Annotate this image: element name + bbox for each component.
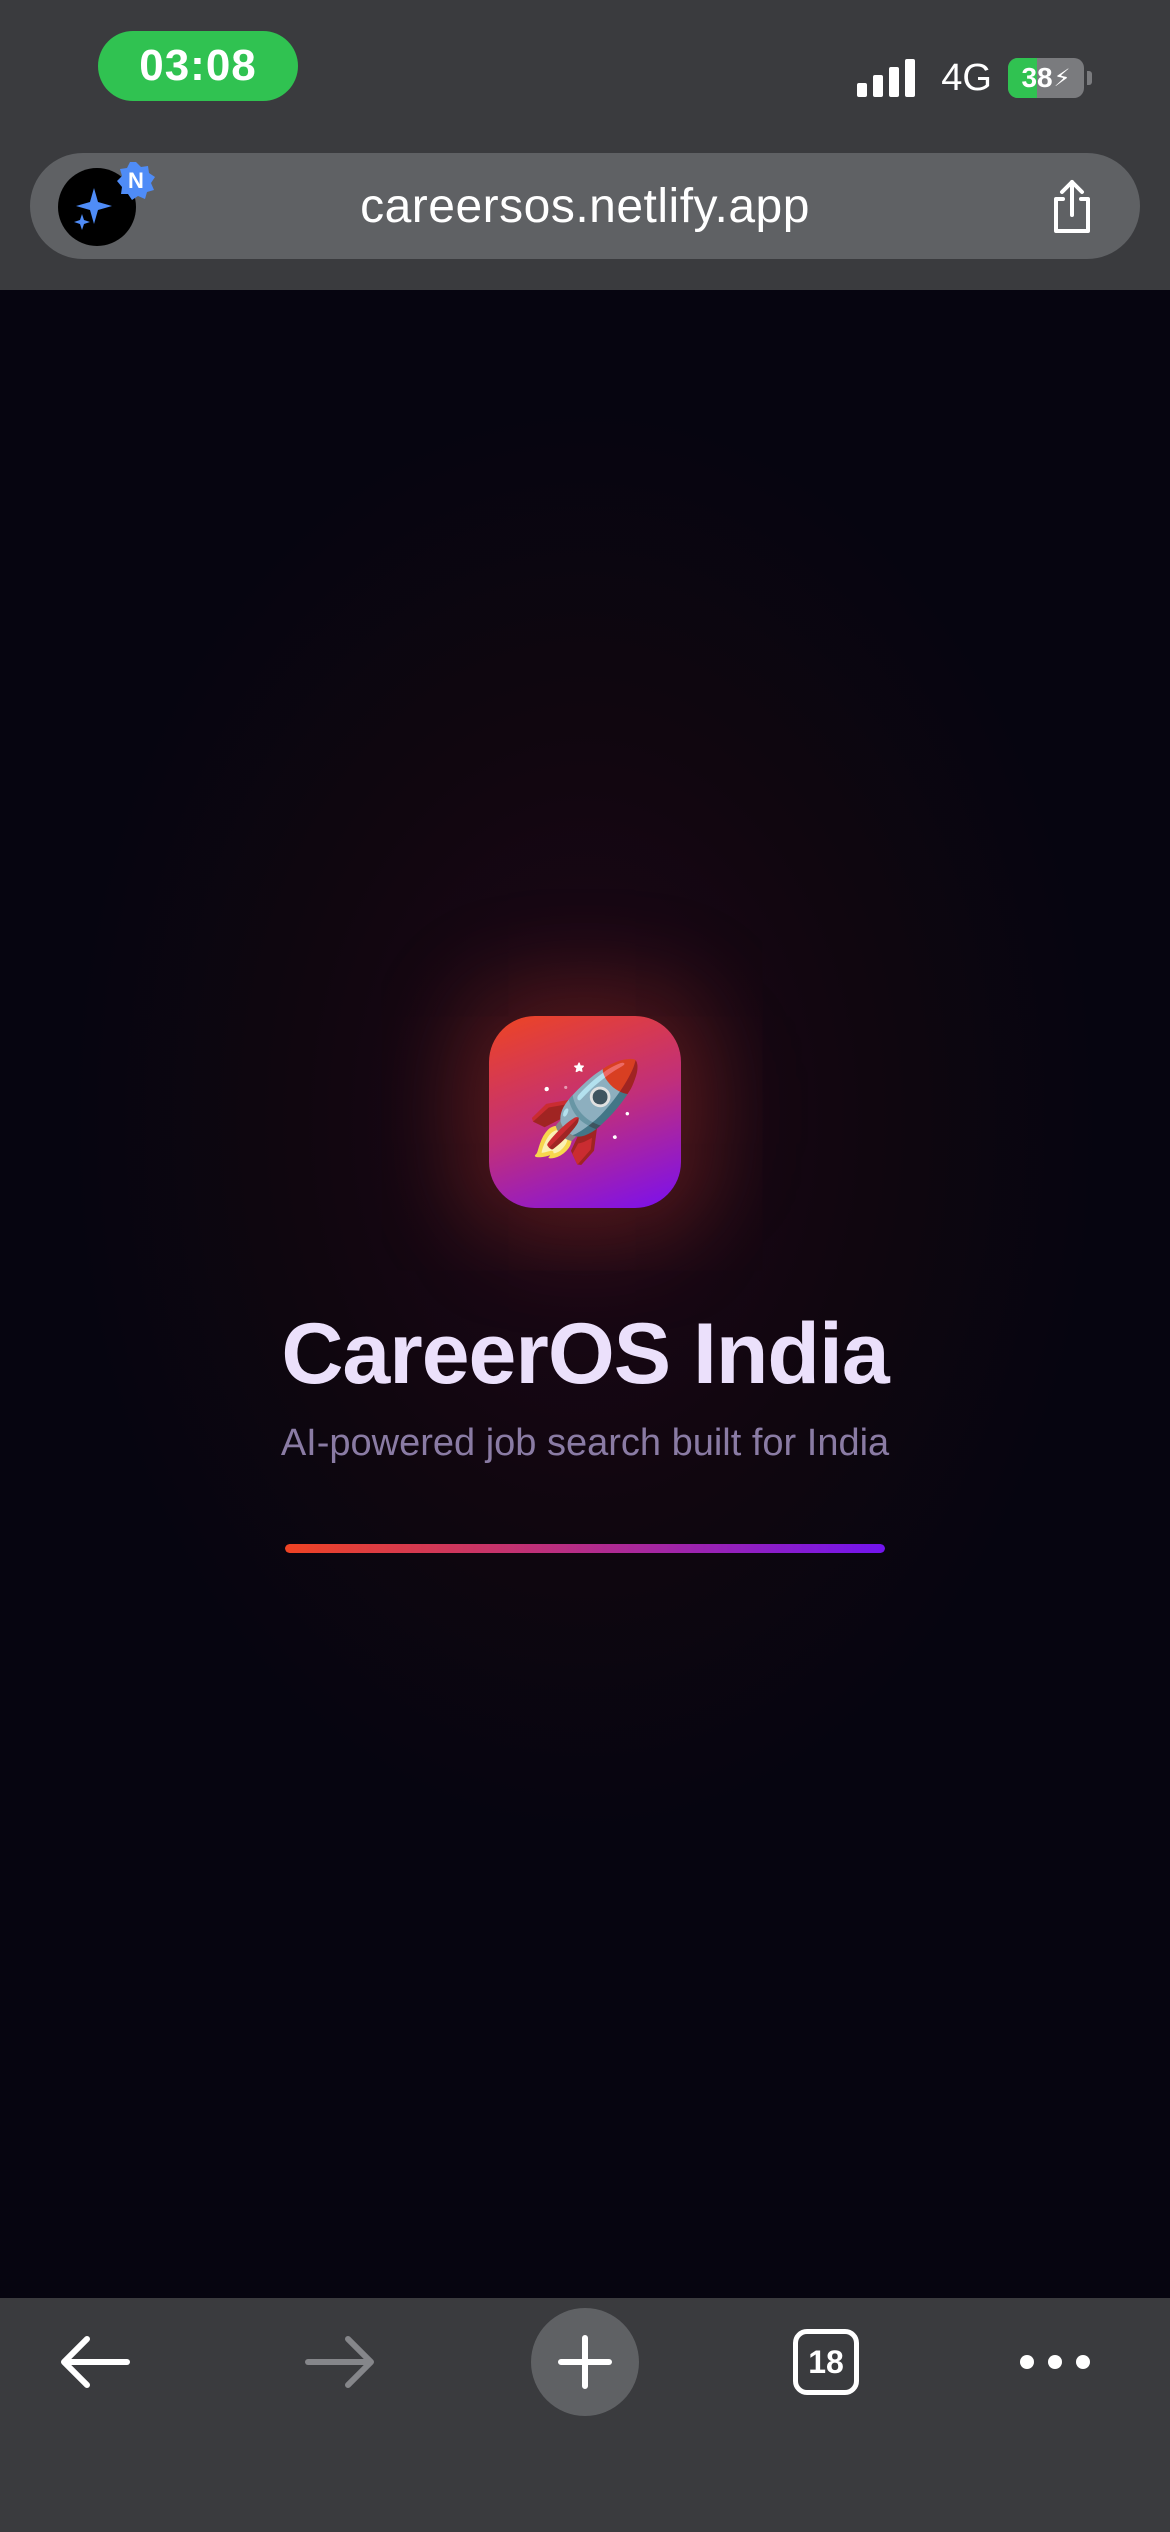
more-button[interactable]	[1005, 2298, 1105, 2426]
app-title: CareerOS India	[281, 1306, 889, 1402]
loading-progress-bar	[285, 1544, 885, 1553]
back-button[interactable]	[45, 2298, 145, 2426]
battery-nub	[1087, 71, 1092, 85]
share-button[interactable]	[1042, 177, 1102, 237]
app-logo: 🚀	[489, 1016, 681, 1208]
network-type: 4G	[941, 56, 992, 99]
app-tagline: AI-powered job search built for India	[280, 1422, 890, 1464]
cellular-signal-icon	[857, 59, 921, 97]
extension-badge[interactable]: N	[116, 161, 156, 201]
new-tab-button[interactable]	[531, 2308, 639, 2416]
tabs-button[interactable]: 18	[793, 2329, 859, 2395]
battery-level: 38 ⚡	[1021, 62, 1071, 93]
loading-progress-fill	[285, 1544, 885, 1553]
bottom-toolbar: 18	[0, 2298, 1170, 2532]
forward-button[interactable]	[290, 2298, 390, 2426]
status-indicators: 4G 38 ⚡	[857, 50, 1092, 106]
splash-page: 🚀 CareerOS India AI-powered job search b…	[0, 290, 1170, 2298]
rocket-icon: 🚀	[525, 1058, 645, 1165]
battery-icon: 38 ⚡	[1008, 58, 1084, 98]
address-bar[interactable]: N careersos.netlify.app	[30, 153, 1140, 259]
share-icon	[1054, 180, 1090, 233]
charging-bolt-icon: ⚡	[1053, 64, 1071, 92]
forward-arrow-icon	[305, 2336, 374, 2388]
more-dots-icon	[1020, 2355, 1090, 2369]
status-time[interactable]: 03:08	[98, 31, 298, 101]
back-arrow-icon	[61, 2336, 130, 2388]
plus-icon	[558, 2335, 612, 2389]
top-chrome: 03:08 4G 38 ⚡ N careersos.netlify.app	[0, 0, 1170, 290]
sparkle-icon	[74, 188, 112, 230]
browser-screen: 03:08 4G 38 ⚡ N careersos.netlify.app 🚀 …	[0, 0, 1170, 2532]
url-text[interactable]: careersos.netlify.app	[190, 153, 980, 259]
